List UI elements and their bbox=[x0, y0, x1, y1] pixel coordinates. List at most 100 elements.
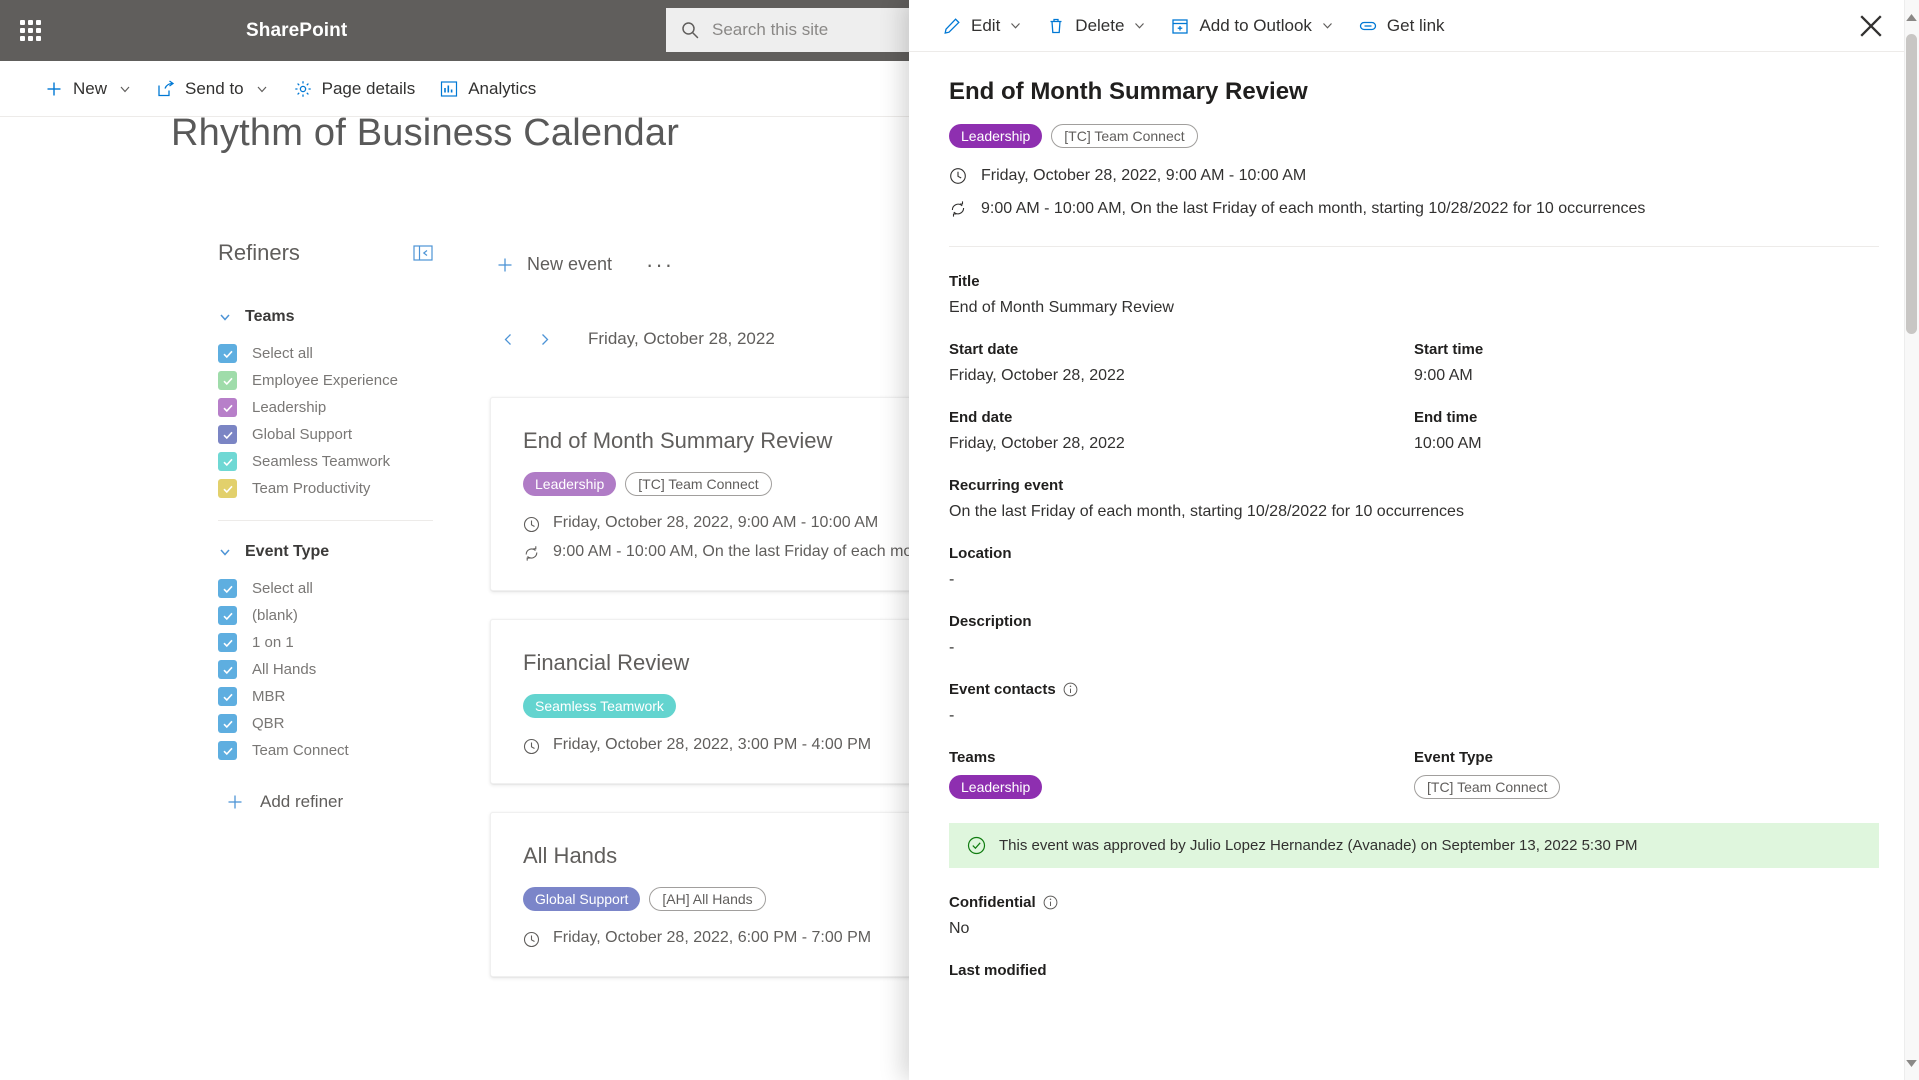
edit-button[interactable]: Edit bbox=[931, 5, 1033, 47]
refiner-option-label: All Hands bbox=[252, 661, 317, 678]
link-icon bbox=[1358, 16, 1378, 36]
info-icon[interactable] bbox=[1043, 895, 1058, 910]
panel-scroll-thumb[interactable] bbox=[1906, 34, 1917, 334]
checkbox-checked-icon[interactable] bbox=[218, 344, 237, 363]
events-more-button[interactable]: ··· bbox=[638, 253, 682, 275]
chevron-down-icon[interactable] bbox=[1009, 19, 1022, 32]
field-recurring-value: On the last Friday of each month, starti… bbox=[949, 503, 1464, 521]
field-row-start: Start date Friday, October 28, 2022 Star… bbox=[949, 341, 1879, 385]
clock-icon bbox=[523, 931, 540, 948]
send-to-icon bbox=[156, 79, 176, 99]
next-day-button[interactable] bbox=[526, 321, 562, 357]
panel-header-tags: Leadership [TC] Team Connect bbox=[949, 124, 1879, 148]
field-event-type-label: Event Type bbox=[1414, 749, 1493, 767]
delete-button[interactable]: Delete bbox=[1035, 5, 1157, 47]
refiner-option-employee-experience[interactable]: Employee Experience bbox=[218, 367, 446, 394]
checkbox-checked-icon[interactable] bbox=[218, 660, 237, 679]
checkbox-checked-icon[interactable] bbox=[218, 579, 237, 598]
refiner-option-label: Leadership bbox=[252, 399, 327, 416]
checkbox-checked-icon[interactable] bbox=[218, 425, 237, 444]
gear-icon bbox=[293, 79, 313, 99]
app-launcher-icon[interactable] bbox=[0, 0, 61, 61]
refiner-option-blank[interactable]: (blank) bbox=[218, 602, 446, 629]
delete-label: Delete bbox=[1075, 15, 1125, 35]
refiner-option-team-productivity[interactable]: Team Productivity bbox=[218, 475, 446, 502]
field-start-date: Start date Friday, October 28, 2022 bbox=[949, 341, 1414, 385]
field-row-teams-type: Teams Leadership Event Type [TC] Team Co… bbox=[949, 749, 1879, 800]
field-event-contacts-label: Event contacts bbox=[949, 681, 1879, 698]
caret-up-icon[interactable] bbox=[1905, 8, 1918, 26]
refiner-option-label: 1 on 1 bbox=[252, 634, 294, 651]
chevron-down-icon[interactable] bbox=[1133, 19, 1146, 32]
prev-day-button[interactable] bbox=[490, 321, 526, 357]
refiner-option-team-connect[interactable]: Team Connect bbox=[218, 737, 446, 764]
bar-chart-icon bbox=[439, 79, 459, 99]
checkbox-checked-icon[interactable] bbox=[218, 741, 237, 760]
plus-icon bbox=[498, 258, 512, 271]
refiner-option-leadership[interactable]: Leadership bbox=[218, 394, 446, 421]
chevron-down-icon bbox=[220, 549, 230, 556]
field-start-date-value: Friday, October 28, 2022 bbox=[949, 367, 1125, 385]
field-confidential: Confidential No bbox=[949, 894, 1879, 938]
refiner-option-all-hands[interactable]: All Hands bbox=[218, 656, 446, 683]
pencil-icon bbox=[942, 16, 962, 36]
clock-icon bbox=[523, 516, 540, 533]
checkbox-checked-icon[interactable] bbox=[218, 479, 237, 498]
refiner-option-select-all[interactable]: Select all bbox=[218, 340, 446, 367]
refiner-option-1-on-1[interactable]: 1 on 1 bbox=[218, 629, 446, 656]
collapse-panel-icon[interactable] bbox=[412, 242, 434, 264]
checkbox-checked-icon[interactable] bbox=[218, 714, 237, 733]
checkbox-checked-icon[interactable] bbox=[218, 371, 237, 390]
checkbox-checked-icon[interactable] bbox=[218, 606, 237, 625]
field-last-modified: Last modified bbox=[949, 962, 1879, 979]
field-confidential-text: Confidential bbox=[949, 894, 1036, 912]
refiner-option-label: Team Connect bbox=[252, 742, 349, 759]
add-refiner-button[interactable]: Add refiner bbox=[226, 792, 446, 812]
caret-down-icon[interactable] bbox=[1905, 1054, 1918, 1072]
refiner-option-mbr[interactable]: MBR bbox=[218, 683, 446, 710]
refiner-option-qbr[interactable]: QBR bbox=[218, 710, 446, 737]
command-send-to[interactable]: Send to bbox=[146, 67, 279, 111]
info-icon[interactable] bbox=[1063, 682, 1078, 697]
command-page-details[interactable]: Page details bbox=[283, 67, 426, 111]
sharepoint-brand[interactable]: SharePoint bbox=[246, 20, 347, 42]
refiner-option-label: Team Productivity bbox=[252, 480, 371, 497]
panel-event-type-tag: [TC] Team Connect bbox=[1051, 124, 1198, 148]
chevron-right-icon bbox=[541, 333, 548, 345]
panel-when-label: Friday, October 28, 2022, 9:00 AM - 10:0… bbox=[981, 167, 1307, 184]
event-time-label: Friday, October 28, 2022, 6:00 PM - 7:00… bbox=[553, 929, 872, 946]
panel-scrollbar[interactable] bbox=[1904, 0, 1919, 1080]
get-link-label: Get link bbox=[1386, 15, 1445, 35]
refiner-option-label: (blank) bbox=[252, 607, 298, 624]
add-to-outlook-button[interactable]: Add to Outlook bbox=[1159, 5, 1344, 47]
refiner-option-label: MBR bbox=[252, 688, 286, 705]
event-team-tag: Global Support bbox=[523, 887, 641, 911]
refiner-option-label: Seamless Teamwork bbox=[252, 453, 391, 470]
plus-icon bbox=[228, 795, 242, 809]
checkbox-checked-icon[interactable] bbox=[218, 452, 237, 471]
refiner-option-label: Select all bbox=[252, 345, 313, 362]
refiner-option-seamless-teamwork[interactable]: Seamless Teamwork bbox=[218, 448, 446, 475]
get-link-button[interactable]: Get link bbox=[1347, 5, 1456, 47]
checkbox-checked-icon[interactable] bbox=[218, 687, 237, 706]
close-icon[interactable] bbox=[1855, 10, 1887, 42]
event-team-tag: Seamless Teamwork bbox=[523, 694, 676, 718]
clock-icon bbox=[523, 738, 540, 755]
field-description-label: Description bbox=[949, 613, 1032, 631]
refiner-group-event-type-header[interactable]: Event Type bbox=[218, 543, 446, 561]
refiners-header: Refiners bbox=[218, 240, 446, 266]
chevron-down-icon[interactable] bbox=[1321, 19, 1334, 32]
event-detail-panel: Edit Delete Add to Outlook Get link End … bbox=[909, 0, 1919, 1080]
field-event-type-tag: [TC] Team Connect bbox=[1414, 775, 1561, 800]
field-start-time: Start time 9:00 AM bbox=[1414, 341, 1879, 385]
checkbox-checked-icon[interactable] bbox=[218, 633, 237, 652]
refiner-group-teams-header[interactable]: Teams bbox=[218, 308, 446, 326]
new-event-button[interactable]: New event bbox=[490, 250, 618, 279]
refiner-option-global-support[interactable]: Global Support bbox=[218, 421, 446, 448]
field-end-date: End date Friday, October 28, 2022 bbox=[949, 409, 1414, 453]
field-teams-tag: Leadership bbox=[949, 775, 1043, 800]
command-analytics[interactable]: Analytics bbox=[429, 67, 546, 111]
command-new[interactable]: New bbox=[34, 67, 142, 111]
refiner-option-select-all[interactable]: Select all bbox=[218, 575, 446, 602]
checkbox-checked-icon[interactable] bbox=[218, 398, 237, 417]
